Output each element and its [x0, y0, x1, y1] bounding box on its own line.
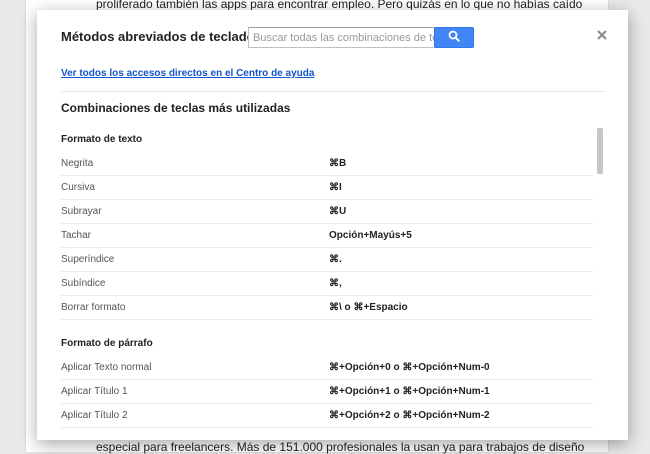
shortcut-row: Cursiva ⌘I	[61, 176, 593, 200]
shortcut-row: Tachar Opción+Mayús+5	[61, 224, 593, 248]
shortcut-row: Aplicar Texto normal ⌘+Opción+0 o ⌘+Opci…	[61, 356, 593, 380]
help-center-link[interactable]: Ver todos los accesos directos en el Cen…	[61, 68, 314, 79]
group-title: Formato de párrafo	[61, 338, 153, 349]
section-heading: Combinaciones de teclas más utilizadas	[61, 101, 291, 115]
shortcut-action: Superíndice	[61, 254, 115, 265]
shortcut-keys: ⌘B	[329, 158, 347, 169]
group-title: Formato de texto	[61, 134, 143, 145]
shortcut-row: Borrar formato ⌘\ o ⌘+Espacio	[61, 296, 593, 320]
shortcut-keys: ⌘+Opción+0 o ⌘+Opción+Num-0	[329, 362, 490, 373]
shortcut-row: Aplicar Título 1 ⌘+Opción+1 o ⌘+Opción+N…	[61, 380, 593, 404]
shortcut-row: Negrita ⌘B	[61, 152, 593, 176]
shortcut-row: Subíndice ⌘,	[61, 272, 593, 296]
shortcut-action: Aplicar Texto normal	[61, 362, 152, 373]
shortcut-search-input[interactable]	[248, 27, 436, 48]
shortcut-row: Aplicar Título 2 ⌘+Opción+2 o ⌘+Opción+N…	[61, 404, 593, 428]
shortcut-row: Subrayar ⌘U	[61, 200, 593, 224]
shortcut-row: Superíndice ⌘.	[61, 248, 593, 272]
shortcut-action: Subrayar	[61, 206, 102, 217]
search-icon	[448, 29, 460, 47]
dialog-title: Métodos abreviados de teclado	[61, 29, 255, 44]
shortcut-keys: ⌘.	[329, 254, 342, 265]
shortcut-keys: ⌘U	[329, 206, 347, 217]
close-icon	[597, 27, 607, 45]
shortcut-action: Tachar	[61, 230, 92, 241]
close-button[interactable]	[594, 28, 610, 44]
search-button[interactable]	[434, 27, 474, 48]
shortcut-action: Subíndice	[61, 278, 106, 289]
shortcut-action: Negrita	[61, 158, 94, 169]
shortcut-keys: ⌘+Opción+1 o ⌘+Opción+Num-1	[329, 386, 490, 397]
shortcut-keys: ⌘\ o ⌘+Espacio	[329, 302, 408, 313]
shortcut-action: Borrar formato	[61, 302, 126, 313]
shortcut-action: Aplicar Título 2	[61, 410, 128, 421]
divider	[61, 91, 605, 92]
keyboard-shortcuts-dialog: Métodos abreviados de teclado Ver todos …	[37, 10, 628, 440]
scrollbar-thumb[interactable]	[597, 128, 603, 174]
shortcut-keys: Opción+Mayús+5	[329, 230, 412, 241]
shortcut-keys: ⌘+Opción+2 o ⌘+Opción+Num-2	[329, 410, 490, 421]
shortcut-list[interactable]: Formato de texto Negrita ⌘B Cursiva ⌘I S…	[61, 128, 593, 440]
shortcut-action: Cursiva	[61, 182, 95, 193]
shortcut-action: Aplicar Título 1	[61, 386, 128, 397]
shortcut-keys: ⌘,	[329, 278, 342, 289]
shortcut-keys: ⌘I	[329, 182, 342, 193]
